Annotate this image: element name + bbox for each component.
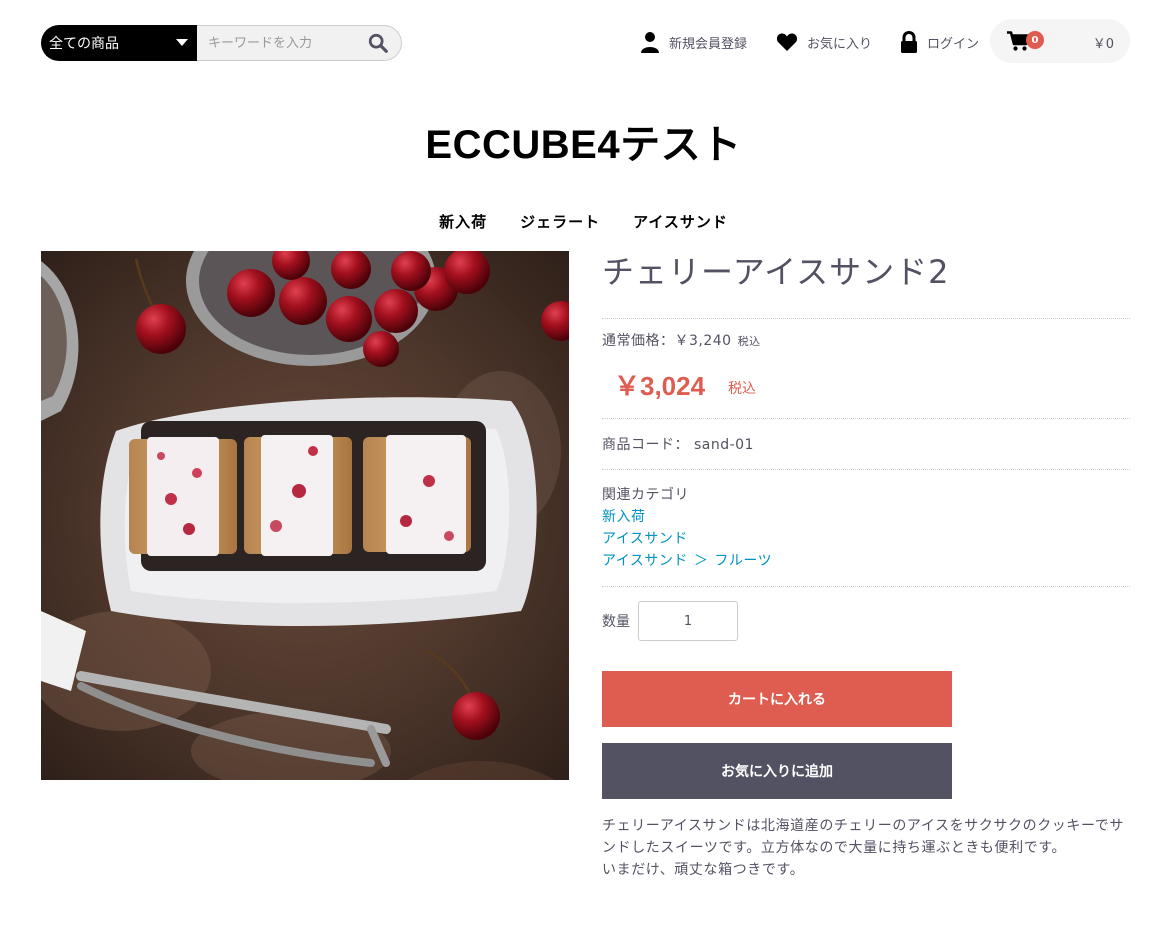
- favorites-label: お気に入り: [807, 36, 873, 52]
- search-icon[interactable]: [367, 32, 389, 54]
- lock-icon: [901, 31, 917, 53]
- favorites-link[interactable]: お気に入り: [776, 30, 872, 54]
- related-category-link[interactable]: アイスサンド: [602, 528, 688, 548]
- category-nav-item[interactable]: アイスサンド: [633, 211, 728, 232]
- product-description-text: チェリーアイスサンドは北海道産のチェリーのアイスをサクサクのクッキーでサンドした…: [602, 818, 1124, 856]
- search-bar: 全ての商品: [41, 25, 402, 61]
- regular-price-value: 通常価格：￥3,240: [602, 333, 732, 349]
- category-nav-item[interactable]: ジェラート: [520, 211, 600, 232]
- search-input[interactable]: [208, 35, 358, 51]
- heart-icon: [776, 33, 798, 51]
- related-category-link[interactable]: 新入荷: [602, 506, 646, 526]
- product-description-text: いまだけ、頑丈な箱つきです。: [602, 862, 805, 878]
- site-title[interactable]: ECCUBE4テスト: [0, 112, 1167, 170]
- register-link[interactable]: 新規会員登録: [640, 30, 747, 54]
- chevron-down-icon: [176, 39, 188, 46]
- product-code: 商品コード： sand-01: [602, 437, 754, 453]
- related-category-label: 関連カテゴリ: [602, 487, 689, 503]
- login-label: ログイン: [927, 36, 980, 52]
- divider: [602, 318, 1130, 319]
- regular-price: 通常価格：￥3,240 税込: [602, 330, 761, 350]
- related-category-link[interactable]: アイスサンド: [602, 553, 688, 569]
- add-to-cart-button[interactable]: カートに入れる: [602, 671, 952, 727]
- sale-price-tax: 税込: [728, 381, 756, 397]
- regular-price-tax: 税込: [737, 335, 761, 348]
- product-image: [41, 251, 569, 780]
- product-description: チェリーアイスサンドは北海道産のチェリーのアイスをサクサクのクッキーでサンドした…: [602, 815, 1137, 881]
- related-category-link[interactable]: フルーツ: [714, 553, 772, 569]
- search-field-wrap: [197, 25, 402, 61]
- divider: [602, 469, 1130, 470]
- cart-total: ￥0: [1092, 37, 1114, 52]
- divider: [602, 586, 1130, 587]
- category-nav: 新入荷 ジェラート アイスサンド: [0, 211, 1167, 232]
- product-name: チェリーアイスサンド2: [602, 253, 950, 291]
- breadcrumb-separator: ＞: [693, 553, 709, 569]
- quantity-label: 数量: [602, 614, 630, 630]
- divider: [602, 418, 1130, 419]
- add-to-favorites-button[interactable]: お気に入りに追加: [602, 743, 952, 799]
- category-select[interactable]: 全ての商品: [41, 25, 197, 61]
- quantity-input[interactable]: [638, 601, 738, 641]
- register-label: 新規会員登録: [669, 36, 748, 52]
- product-photo: [41, 251, 569, 780]
- related-category-path: アイスサンド ＞ フルーツ: [602, 550, 772, 570]
- login-link[interactable]: ログイン: [900, 30, 979, 54]
- category-select-value: 全ての商品: [49, 36, 119, 52]
- user-icon: [641, 32, 659, 53]
- sale-price: ￥3,024: [614, 371, 706, 401]
- category-nav-item[interactable]: 新入荷: [439, 211, 487, 232]
- cart-count-badge: 0: [1026, 31, 1044, 49]
- cart-button[interactable]: 0 ￥0: [990, 19, 1130, 63]
